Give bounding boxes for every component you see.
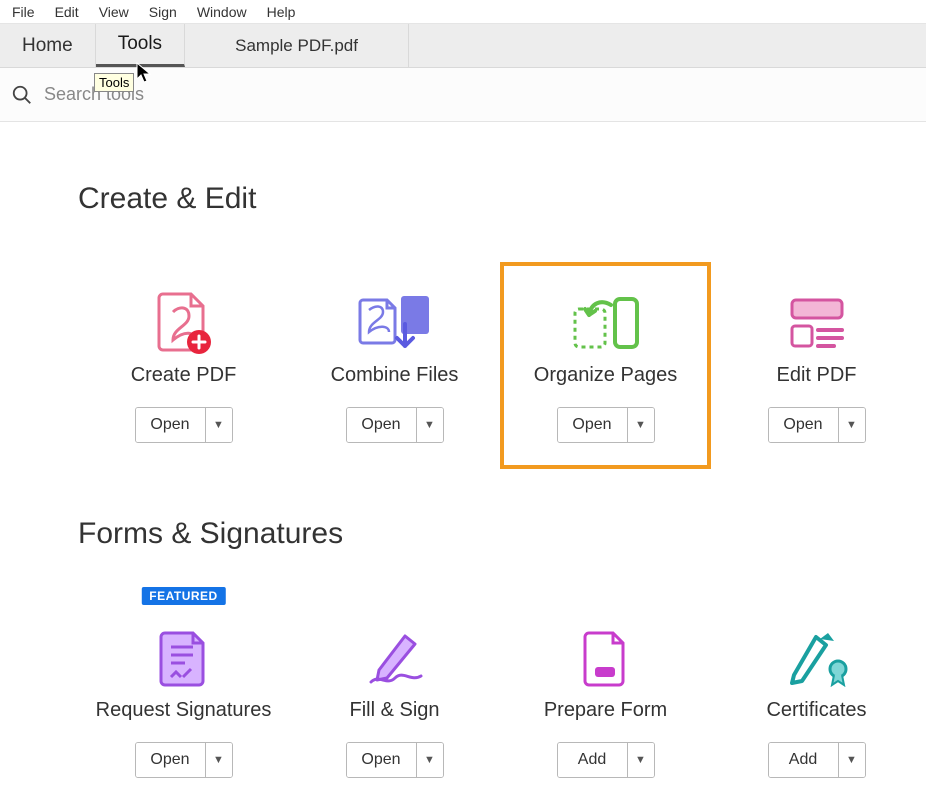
open-button[interactable]: Open	[136, 743, 206, 777]
menu-sign[interactable]: Sign	[139, 2, 187, 22]
dropdown-button[interactable]: ▼	[206, 743, 232, 777]
prepare-form-icon	[583, 621, 629, 695]
menu-bar: File Edit View Sign Window Help	[0, 0, 926, 24]
tool-prepare-form[interactable]: Prepare Form Add ▼	[500, 597, 711, 804]
dropdown-button[interactable]: ▼	[839, 743, 865, 777]
split-button: Open ▼	[557, 407, 655, 443]
tool-request-signatures[interactable]: FEATURED Request Signatures Open ▼	[78, 597, 289, 804]
dropdown-button[interactable]: ▼	[417, 408, 443, 442]
combine-files-icon	[357, 286, 433, 360]
request-signatures-icon	[159, 621, 209, 695]
edit-pdf-icon	[786, 286, 848, 360]
tab-document[interactable]: Sample PDF.pdf	[185, 24, 409, 67]
dropdown-button[interactable]: ▼	[628, 408, 654, 442]
tool-create-pdf[interactable]: Create PDF Open ▼	[78, 262, 289, 469]
section-title-forms-signatures: Forms & Signatures	[78, 517, 926, 551]
tool-label: Edit PDF	[776, 364, 856, 387]
tool-certificates[interactable]: Certificates Add ▼	[711, 597, 922, 804]
tool-grid-forms-signatures: FEATURED Request Signatures Open ▼	[78, 597, 926, 804]
open-button[interactable]: Open	[347, 743, 417, 777]
open-button[interactable]: Open	[769, 408, 839, 442]
tool-fill-sign[interactable]: Fill & Sign Open ▼	[289, 597, 500, 804]
certificates-icon	[782, 621, 852, 695]
tool-label: Certificates	[766, 699, 866, 722]
menu-help[interactable]: Help	[257, 2, 306, 22]
tab-home[interactable]: Home	[0, 24, 96, 67]
menu-window[interactable]: Window	[187, 2, 257, 22]
split-button: Open ▼	[135, 742, 233, 778]
tool-label: Organize Pages	[534, 364, 677, 387]
section-title-create-edit: Create & Edit	[78, 182, 926, 216]
tool-label: Combine Files	[331, 364, 459, 387]
tool-label: Fill & Sign	[349, 699, 439, 722]
tab-bar: Home Tools Sample PDF.pdf	[0, 24, 926, 68]
split-button: Add ▼	[557, 742, 655, 778]
tooltip-tools: Tools	[94, 73, 134, 92]
tool-label: Prepare Form	[544, 699, 667, 722]
split-button: Open ▼	[346, 407, 444, 443]
search-bar	[0, 68, 926, 122]
tool-label: Request Signatures	[96, 699, 272, 722]
search-input[interactable]	[36, 84, 286, 105]
search-icon[interactable]	[8, 81, 36, 109]
tool-edit-pdf[interactable]: Edit PDF Open ▼	[711, 262, 922, 469]
add-button[interactable]: Add	[769, 743, 839, 777]
dropdown-button[interactable]: ▼	[839, 408, 865, 442]
open-button[interactable]: Open	[558, 408, 628, 442]
split-button: Open ▼	[135, 407, 233, 443]
add-button[interactable]: Add	[558, 743, 628, 777]
tool-organize-pages[interactable]: Organize Pages Open ▼	[500, 262, 711, 469]
organize-pages-icon	[571, 286, 641, 360]
tool-label: Create PDF	[131, 364, 237, 387]
split-button: Open ▼	[768, 407, 866, 443]
featured-badge: FEATURED	[141, 587, 225, 605]
tab-tools[interactable]: Tools	[96, 24, 185, 67]
dropdown-button[interactable]: ▼	[628, 743, 654, 777]
create-pdf-icon	[155, 286, 213, 360]
tool-grid-create-edit: Create PDF Open ▼ Combine Files Open ▼	[78, 262, 926, 469]
dropdown-button[interactable]: ▼	[417, 743, 443, 777]
menu-view[interactable]: View	[89, 2, 139, 22]
open-button[interactable]: Open	[347, 408, 417, 442]
split-button: Add ▼	[768, 742, 866, 778]
menu-edit[interactable]: Edit	[45, 2, 89, 22]
dropdown-button[interactable]: ▼	[206, 408, 232, 442]
tool-combine-files[interactable]: Combine Files Open ▼	[289, 262, 500, 469]
open-button[interactable]: Open	[136, 408, 206, 442]
fill-sign-icon	[365, 621, 425, 695]
menu-file[interactable]: File	[2, 2, 45, 22]
split-button: Open ▼	[346, 742, 444, 778]
